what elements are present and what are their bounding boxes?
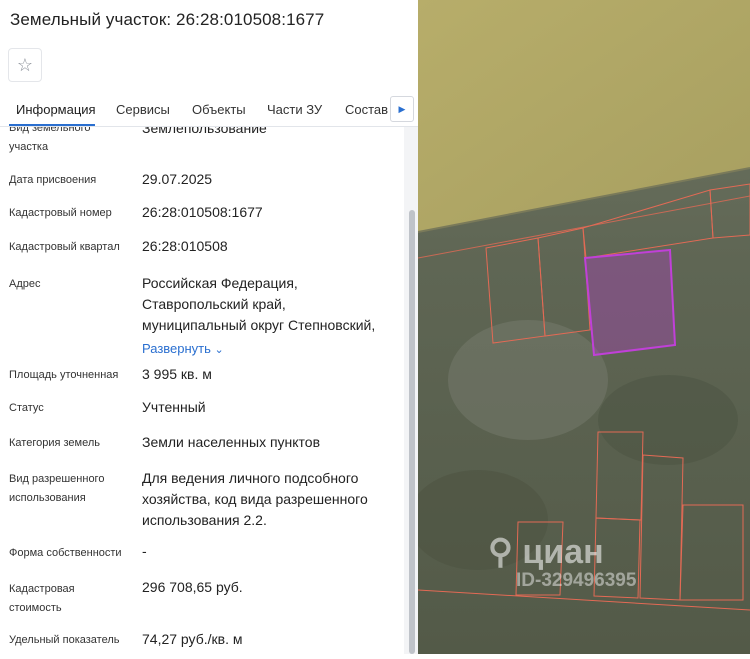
- info-panel: Земельный участок: 26:28:010508:1677 ☆ И…: [0, 0, 418, 654]
- label-assign-date: Дата присвоения: [9, 174, 97, 186]
- label-address: Адрес: [9, 278, 41, 290]
- watermark-logo: ⚲ циан: [488, 533, 604, 571]
- location-pin-icon: ⚲: [488, 533, 513, 571]
- tab-objects[interactable]: Объекты: [192, 102, 246, 117]
- trees-patch: [598, 375, 738, 465]
- tab-services[interactable]: Сервисы: [116, 102, 170, 117]
- label-permitted-use: Вид разрешенного использования: [9, 473, 105, 504]
- star-icon: ☆: [16, 54, 34, 75]
- scrollbar-thumb[interactable]: [409, 210, 415, 654]
- value-status: Учтенный: [142, 399, 206, 415]
- value-cadastral-quarter: 26:28:010508: [142, 238, 228, 254]
- page-title: Земельный участок: 26:28:010508:1677: [10, 10, 325, 29]
- address-line: Ставропольский край,: [142, 296, 286, 312]
- active-tab-indicator: [9, 124, 95, 126]
- address-line: Российская Федерация,: [142, 275, 298, 291]
- value-usage-type: Землепользование: [142, 127, 267, 136]
- label-specific-index: Удельный показатель: [9, 634, 120, 646]
- info-content: Вид земельного участка Землепользование …: [0, 127, 404, 654]
- label-usage-type: Вид земельного участка: [9, 127, 91, 153]
- tab-information[interactable]: Информация: [16, 102, 96, 117]
- chevron-right-icon: ▶: [398, 103, 406, 114]
- label-ownership: Форма собственности: [9, 547, 122, 559]
- chevron-down-icon: ⌄: [214, 344, 224, 356]
- value-address: Российская Федерация, Ставропольский кра…: [142, 273, 392, 361]
- label-status: Статус: [9, 402, 44, 414]
- label-cadastral-value: Кадастровая стоимость: [9, 583, 75, 614]
- label-cadastral-number: Кадастровый номер: [9, 207, 112, 219]
- watermark-id: ID-329496395: [516, 570, 637, 591]
- value-area: 3 995 кв. м: [142, 366, 212, 382]
- tab-bar: Информация Сервисы Объекты Части ЗУ Сост…: [0, 96, 418, 127]
- favorite-button[interactable]: ☆: [8, 48, 42, 82]
- value-cadastral-number: 26:28:010508:1677: [142, 204, 263, 220]
- expand-address-link[interactable]: Развернуть ⌄: [142, 338, 392, 361]
- label-land-category: Категория земель: [9, 437, 100, 449]
- value-ownership: -: [142, 543, 147, 559]
- value-specific-index: 74,27 руб./кв. м: [142, 631, 243, 647]
- label-cadastral-quarter: Кадастровый квартал: [9, 241, 120, 253]
- value-assign-date: 29.07.2025: [142, 171, 213, 187]
- value-land-category: Земли населенных пунктов: [142, 434, 321, 450]
- tabs-next-button[interactable]: ▶: [390, 96, 414, 122]
- label-area: Площадь уточненная: [9, 369, 119, 381]
- highlighted-parcel[interactable]: [583, 248, 677, 357]
- address-line: муниципальный округ Степновский,: [142, 317, 376, 333]
- tab-composition[interactable]: Состав: [345, 102, 388, 117]
- value-permitted-use: Для ведения личного подсобного хозяйства…: [142, 470, 368, 528]
- map-view[interactable]: ⚲ циан ID-329496395: [408, 0, 750, 654]
- value-cadastral-value: 296 708,65 руб.: [142, 579, 243, 595]
- tab-parcel-parts[interactable]: Части ЗУ: [267, 102, 322, 117]
